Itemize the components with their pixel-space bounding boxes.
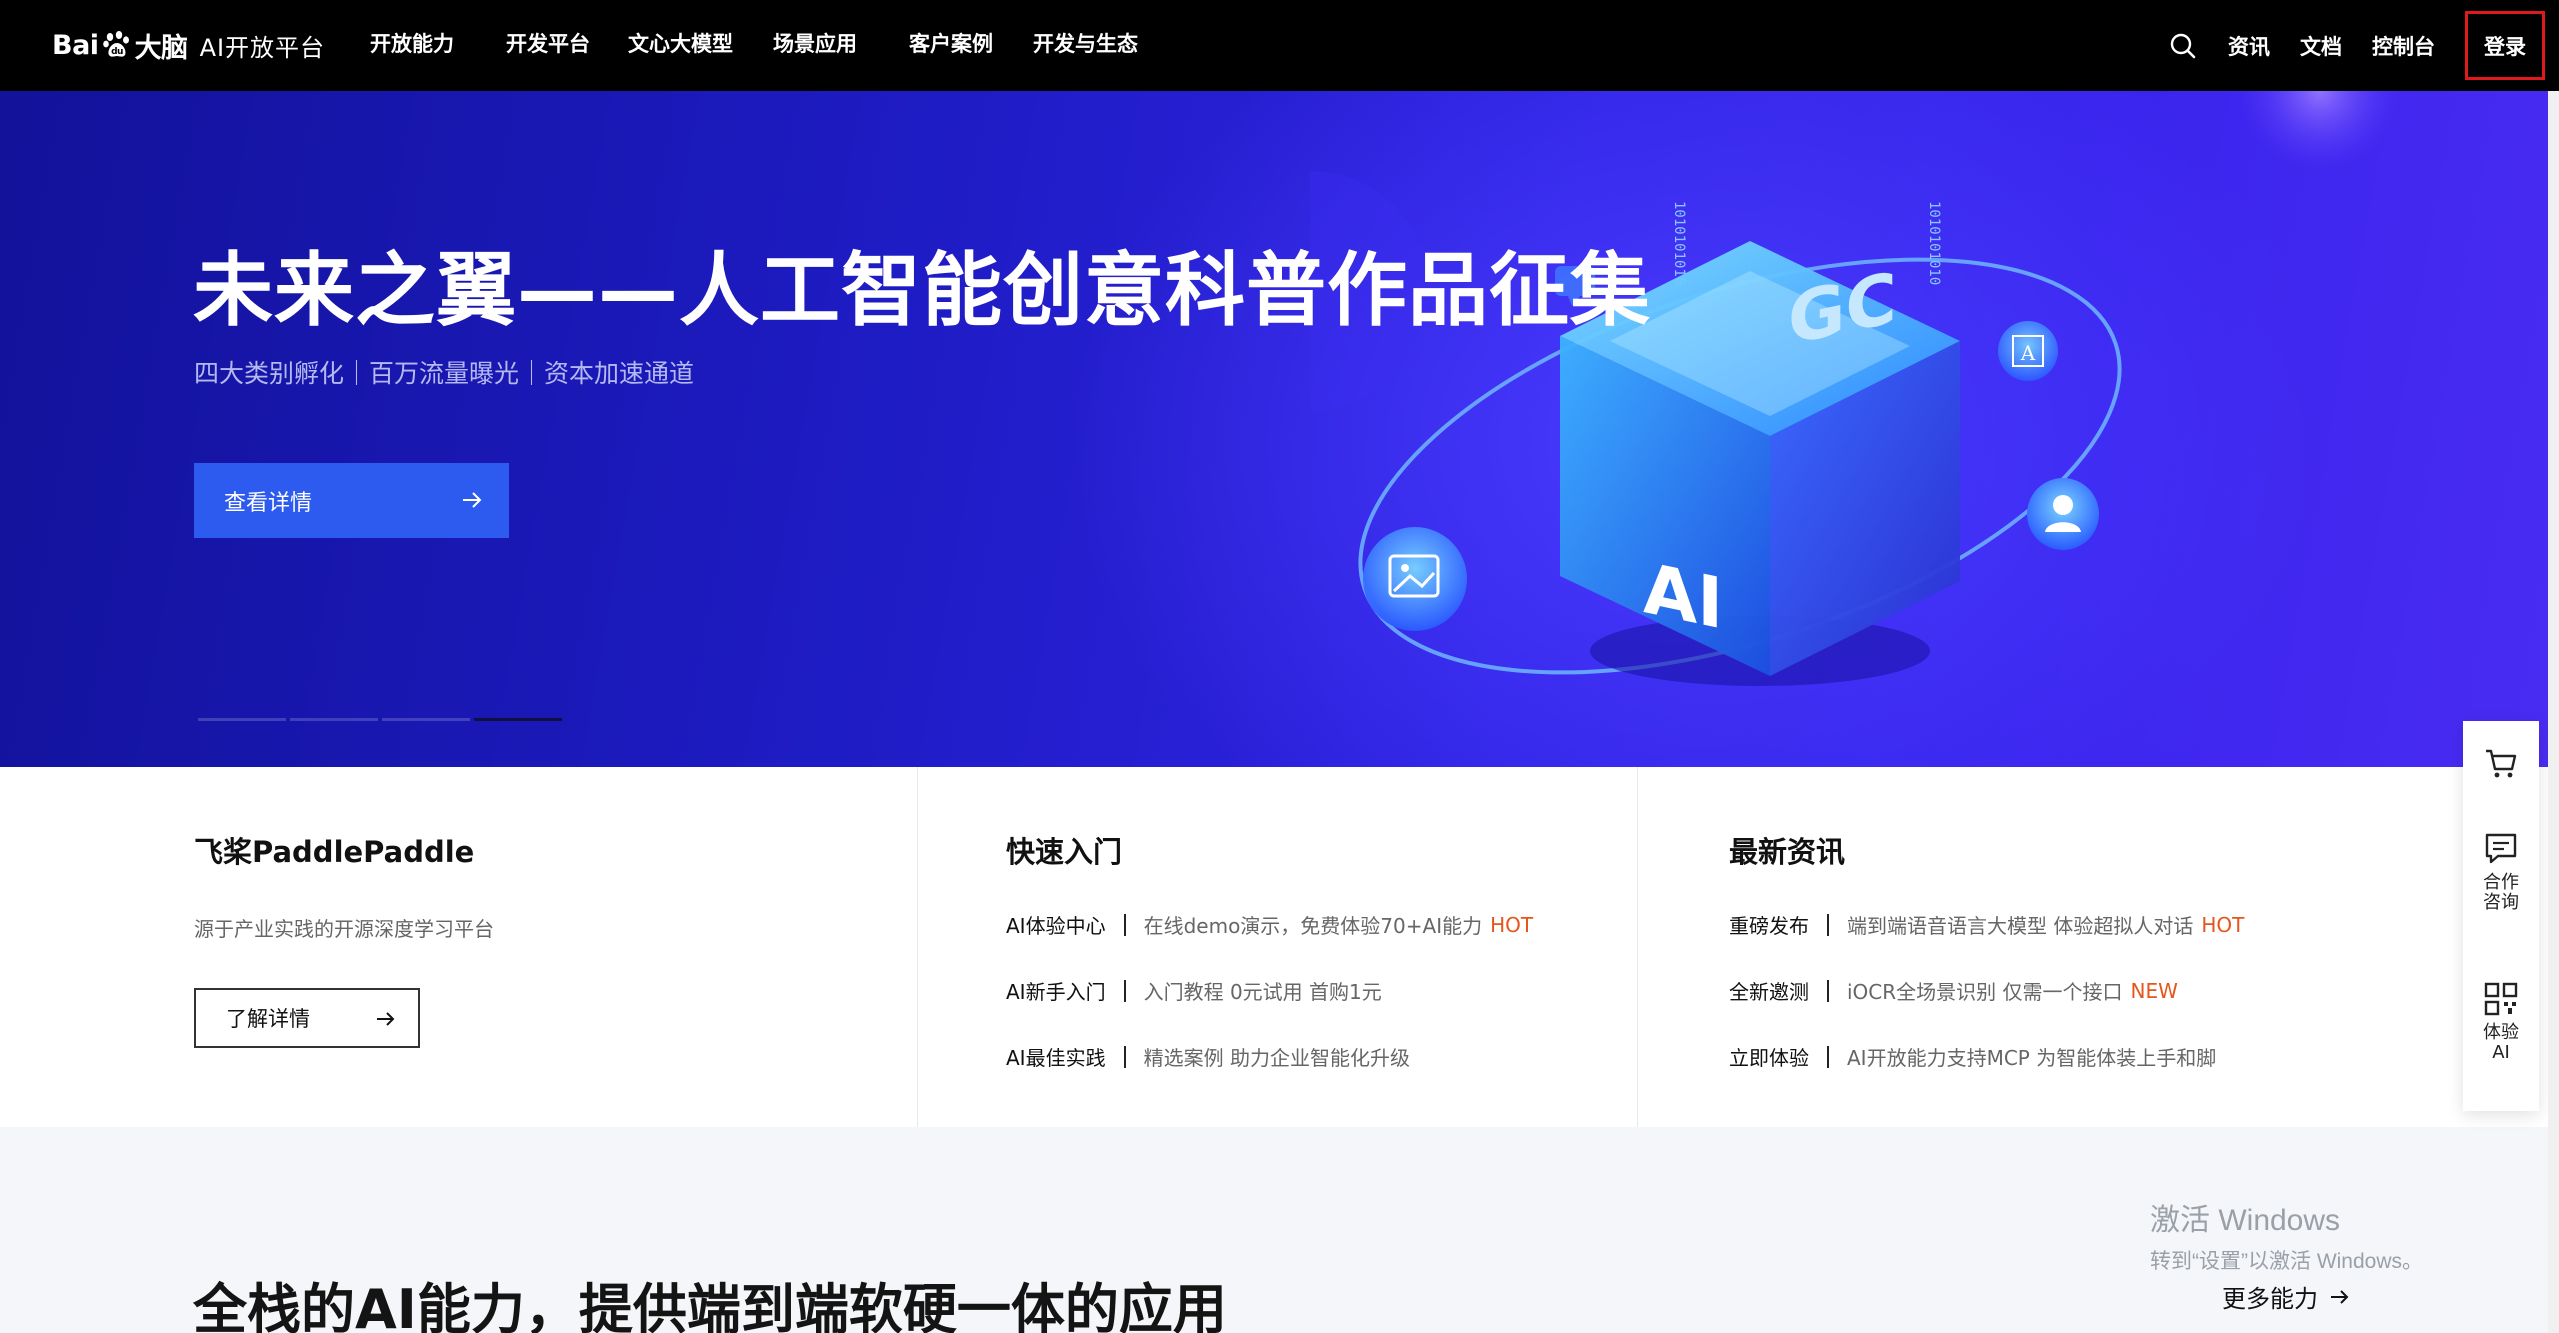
card-divider	[917, 767, 918, 1127]
consult-button[interactable]: 合作咨询	[2463, 829, 2539, 913]
consult-label: 合作咨询	[2483, 872, 2519, 913]
learn-more-button[interactable]: 了解详情	[194, 988, 420, 1048]
more-capabilities-label: 更多能力	[2222, 1285, 2318, 1313]
nav-item-ernie-model[interactable]: 文心大模型	[628, 28, 733, 58]
logo-mark-text: Bai	[52, 29, 99, 61]
row-separator	[1123, 913, 1126, 936]
watermark-line-1: 激活 Windows	[2150, 1204, 2341, 1237]
quickstart-row[interactable]: AI体验中心 在线demo演示，免费体验70+AI能力 HOT	[1006, 910, 1533, 939]
logo-mark-text-2: 大脑	[134, 32, 189, 64]
quickstart-card-title: 快速入门	[1006, 835, 1123, 869]
carousel-dot[interactable]	[198, 718, 286, 721]
svg-text:1010101010: 1010101010	[1926, 201, 1942, 285]
cube-ai-text: AI	[1643, 547, 1723, 646]
cart-button[interactable]	[2463, 743, 2539, 783]
search-icon[interactable]	[2168, 31, 2198, 61]
feature-cards-section: 飞桨PaddlePaddle 源于产业实践的开源深度学习平台 了解详情 快速入门…	[0, 767, 2559, 1127]
news-row[interactable]: 立即体验 AI开放能力支持MCP 为智能体装上手和脚	[1729, 1042, 2216, 1071]
top-nav-bar: Bai du 大脑 AI开放平台 开放能力 开发平台 文心大模型 场景应用 客户…	[0, 0, 2559, 91]
news-row-value: AI开放能力支持MCP 为智能体装上手和脚	[1847, 1046, 2217, 1070]
nav-item-dev-platform[interactable]: 开发平台	[506, 28, 590, 58]
learn-more-label: 了解详情	[226, 1007, 310, 1031]
paddle-card-title: 飞桨PaddlePaddle	[194, 835, 475, 869]
quickstart-row-value: 在线demo演示，免费体验70+AI能力	[1143, 914, 1483, 938]
quickstart-row-value: 入门教程 0元试用 首购1元	[1143, 980, 1382, 1004]
try-ai-button[interactable]: 体验AI	[2463, 979, 2539, 1063]
quickstart-row[interactable]: AI新手入门 入门教程 0元试用 首购1元	[1006, 976, 1382, 1005]
svg-text:1010101010: 1010101010	[1671, 201, 1687, 285]
page: Bai du 大脑 AI开放平台 开放能力 开发平台 文心大模型 场景应用 客户…	[0, 0, 2559, 1333]
art-a-badge-text: A	[2020, 341, 2036, 365]
quickstart-row-key: AI最佳实践	[1006, 1046, 1106, 1070]
more-capabilities-link[interactable]: 更多能力	[2222, 1279, 2352, 1314]
page-scrollbar[interactable]	[2548, 91, 2559, 1333]
baidu-brain-logo-mark: Bai du 大脑	[52, 26, 188, 65]
nav-item-ecosystem[interactable]: 开发与生态	[1033, 28, 1138, 58]
try-ai-label: 体验AI	[2483, 1022, 2519, 1063]
news-row-key: 重磅发布	[1729, 914, 1809, 938]
new-tag: NEW	[2130, 978, 2178, 1003]
login-button[interactable]: 登录	[2465, 11, 2545, 80]
carousel-indicators	[198, 718, 562, 721]
nav-console-link[interactable]: 控制台	[2372, 31, 2435, 61]
news-card-title: 最新资讯	[1729, 835, 1846, 869]
news-row-key: 立即体验	[1729, 1046, 1809, 1070]
cart-icon	[2486, 749, 2517, 778]
carousel-dot-active[interactable]	[474, 718, 562, 721]
qrcode-icon	[2484, 982, 2518, 1016]
paw-icon: du	[101, 29, 133, 61]
row-separator	[1827, 1045, 1829, 1068]
view-details-button[interactable]: 查看详情	[194, 463, 509, 538]
hero-title: 未来之翼——人工智能创意科普作品征集	[193, 244, 1651, 337]
capabilities-heading: 全栈的AI能力，提供端到端软硬一体的应用	[193, 1278, 1227, 1333]
chat-icon	[2485, 833, 2517, 864]
logo-product-name: AI开放平台	[199, 33, 326, 62]
news-row-key: 全新邀测	[1729, 980, 1809, 1004]
carousel-dot[interactable]	[382, 718, 470, 721]
row-separator	[1123, 979, 1126, 1002]
arrow-right-icon	[377, 1012, 395, 1026]
nav-item-scenarios[interactable]: 场景应用	[773, 28, 857, 58]
paddle-card-desc: 源于产业实践的开源深度学习平台	[194, 917, 494, 941]
capabilities-section: 激活 Windows 转到“设置”以激活 Windows。 全栈的AI能力，提供…	[0, 1127, 2559, 1333]
baidu-ai-logo[interactable]: Bai du 大脑 AI开放平台	[52, 20, 325, 70]
hero-banner[interactable]: 1010101010 1010101010 AI GC A 未来之翼——人工智能…	[0, 91, 2559, 767]
hot-tag: HOT	[2201, 912, 2245, 937]
row-separator	[1123, 1045, 1126, 1068]
quickstart-row-key: AI新手入门	[1006, 980, 1106, 1004]
row-separator	[1827, 913, 1829, 936]
svg-text:du: du	[111, 47, 123, 57]
windows-activation-watermark: 激活 Windows 转到“设置”以激活 Windows。	[2150, 1195, 2423, 1275]
aigc-cube-illustration: 1010101010 1010101010 AI GC A	[1310, 91, 2400, 686]
nav-docs-link[interactable]: 文档	[2300, 31, 2342, 61]
main-nav: 开放能力 开发平台 文心大模型 场景应用 客户案例 开发与生态	[370, 28, 1190, 58]
card-divider	[1637, 767, 1638, 1127]
arrow-right-icon	[463, 492, 482, 508]
nav-item-open-capabilities[interactable]: 开放能力	[370, 28, 454, 58]
nav-item-customer-cases[interactable]: 客户案例	[909, 28, 993, 58]
hero-subtitle: 四大类别孵化｜百万流量曝光｜资本加速通道	[194, 359, 695, 388]
row-separator	[1827, 979, 1829, 1002]
arrow-right-icon	[2331, 1289, 2349, 1304]
floating-side-panel: 合作咨询 体验AI	[2463, 721, 2539, 1111]
hot-tag: HOT	[1490, 912, 1534, 937]
nav-right: 资讯 文档 控制台 登录	[2168, 0, 2559, 91]
view-details-label: 查看详情	[224, 490, 313, 516]
news-row[interactable]: 重磅发布 端到端语音语言大模型 体验超拟人对话 HOT	[1729, 910, 2244, 939]
carousel-dot[interactable]	[290, 718, 378, 721]
watermark-line-2: 转到“设置”以激活 Windows。	[2150, 1250, 2424, 1273]
news-row-value: iOCR全场景识别 仅需一个接口	[1847, 980, 2123, 1004]
quickstart-row-value: 精选案例 助力企业智能化升级	[1143, 1046, 1410, 1070]
quickstart-row[interactable]: AI最佳实践 精选案例 助力企业智能化升级	[1006, 1042, 1410, 1071]
news-row[interactable]: 全新邀测 iOCR全场景识别 仅需一个接口 NEW	[1729, 976, 2178, 1005]
nav-news-link[interactable]: 资讯	[2228, 31, 2270, 61]
quickstart-row-key: AI体验中心	[1006, 914, 1106, 938]
news-row-value: 端到端语音语言大模型 体验超拟人对话	[1847, 914, 2194, 938]
